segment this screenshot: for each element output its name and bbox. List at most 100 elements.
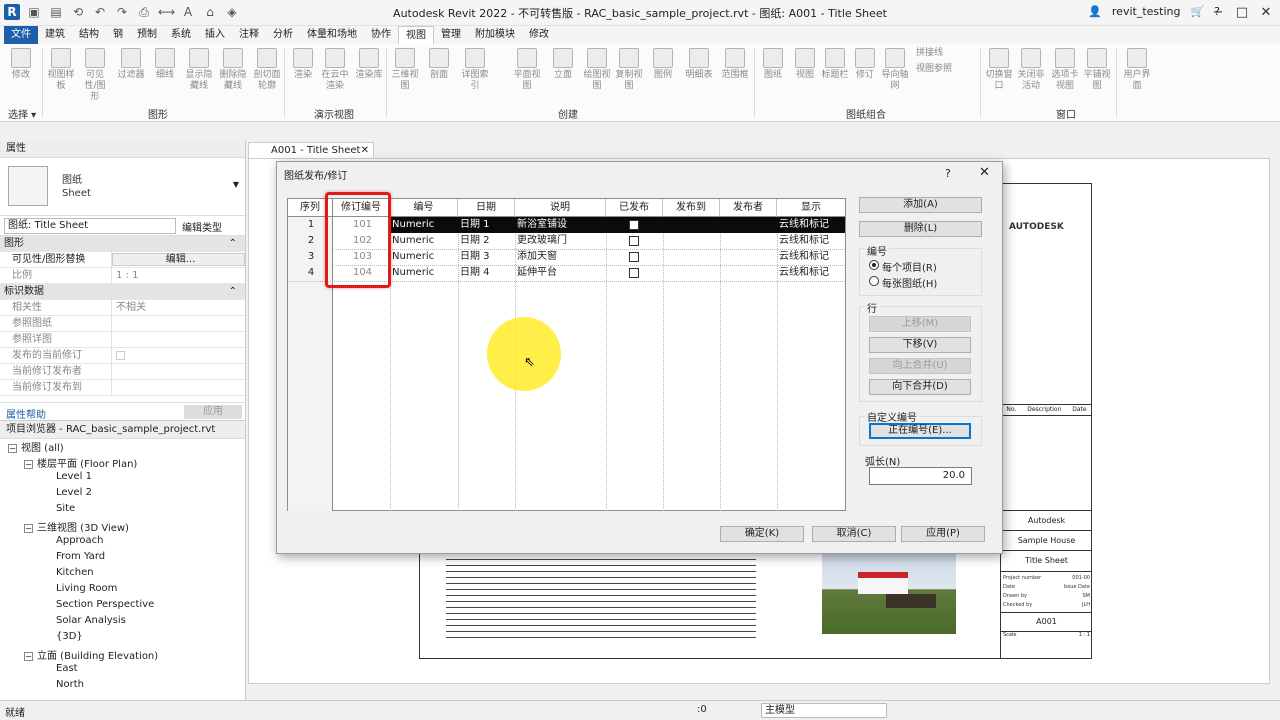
- tree-node[interactable]: − 视图 (all): [8, 439, 64, 454]
- remove-hidden-lines-button[interactable]: 删除隐藏线: [218, 48, 248, 92]
- add-button[interactable]: 添加(A): [859, 197, 982, 213]
- tree-node[interactable]: From Yard: [56, 551, 105, 562]
- tab-annotate[interactable]: 注释: [232, 26, 266, 44]
- dialog-close-icon[interactable]: ✕: [979, 165, 990, 180]
- issued-checkbox[interactable]: [629, 236, 639, 246]
- cut-profile-button[interactable]: 剖切面轮廓: [252, 48, 282, 92]
- edit-visibility-button[interactable]: 编辑...: [112, 253, 245, 266]
- properties-help-link[interactable]: 属性帮助: [6, 406, 46, 421]
- issued-checkbox[interactable]: [629, 268, 639, 278]
- tab-precast[interactable]: 预制: [130, 26, 164, 44]
- tab-views-button[interactable]: 选项卡视图: [1050, 48, 1080, 92]
- switch-windows-button[interactable]: 切换窗口: [984, 48, 1014, 92]
- close-inactive-button[interactable]: 关闭非活动: [1016, 48, 1046, 92]
- view-button[interactable]: 视图: [790, 48, 820, 81]
- tree-node[interactable]: {3D}: [56, 631, 83, 642]
- move-down-button[interactable]: 下移(V): [869, 337, 971, 353]
- panel-select[interactable]: 选择 ▾: [8, 106, 36, 121]
- properties-apply-button[interactable]: 应用: [184, 405, 242, 419]
- tree-node[interactable]: − 楼层平面 (Floor Plan): [24, 455, 137, 470]
- drafting-view-button[interactable]: 绘图视图: [582, 48, 612, 92]
- tab-insert[interactable]: 插入: [198, 26, 232, 44]
- user-icon[interactable]: 👤: [1088, 5, 1102, 18]
- guide-grid-button[interactable]: 导向轴网: [880, 48, 910, 92]
- title-block-button[interactable]: 标题栏: [820, 48, 850, 81]
- window-close-icon[interactable]: ✕: [1256, 0, 1276, 26]
- tree-node[interactable]: Living Room: [56, 583, 117, 594]
- revisions-button[interactable]: 修订: [850, 48, 880, 81]
- collapse-icon[interactable]: −: [8, 443, 17, 453]
- tree-node[interactable]: Approach: [56, 535, 104, 546]
- edit-type-button[interactable]: 编辑类型: [182, 219, 222, 234]
- modify-button[interactable]: 修改: [6, 48, 36, 81]
- tab-systems[interactable]: 系统: [164, 26, 198, 44]
- legends-button[interactable]: 图例: [648, 48, 678, 81]
- col-header-numbering[interactable]: 编号: [390, 199, 458, 217]
- tab-steel[interactable]: 钢: [106, 26, 130, 44]
- maximize-icon[interactable]: □: [1232, 0, 1252, 26]
- tree-node[interactable]: East: [56, 663, 78, 674]
- scope-box-button[interactable]: 范围框: [720, 48, 750, 81]
- render-gallery-button[interactable]: 渲染库: [354, 48, 384, 81]
- tab-architecture[interactable]: 建筑: [38, 26, 72, 44]
- col-header-date[interactable]: 日期: [458, 199, 515, 217]
- view-template-button[interactable]: 视图样板: [46, 48, 76, 92]
- tree-node[interactable]: Kitchen: [56, 567, 94, 578]
- filters-button[interactable]: 过滤器: [116, 48, 146, 81]
- show-hidden-lines-button[interactable]: 显示隐藏线: [184, 48, 214, 92]
- tab-structure[interactable]: 结构: [72, 26, 106, 44]
- per-sheet-radio[interactable]: [869, 276, 879, 286]
- type-selector[interactable]: 图纸 Sheet ▼: [0, 158, 245, 216]
- collapse-icon[interactable]: ⌃: [229, 236, 237, 251]
- col-header-issued[interactable]: 已发布: [606, 199, 663, 217]
- cancel-button[interactable]: 取消(C): [812, 526, 896, 542]
- elevation-button[interactable]: 立面: [548, 48, 578, 81]
- callout-button[interactable]: 详图索引: [460, 48, 490, 92]
- collapse-icon[interactable]: −: [24, 651, 33, 661]
- thin-lines-button[interactable]: 细线: [150, 48, 180, 81]
- close-icon[interactable]: ✕: [361, 143, 369, 158]
- per-project-radio[interactable]: [869, 260, 879, 270]
- matchline-button[interactable]: 拼接线: [916, 48, 972, 59]
- delete-button[interactable]: 删除(L): [859, 221, 982, 237]
- prop-group-identity[interactable]: 标识数据 ⌃: [0, 284, 245, 300]
- render-button[interactable]: 渲染: [288, 48, 318, 81]
- cart-icon[interactable]: 🛒: [1190, 5, 1204, 18]
- prop-group-graphics[interactable]: 图形 ⌃: [0, 236, 245, 252]
- render-cloud-button[interactable]: 在云中渲染: [320, 48, 350, 92]
- collapse-icon[interactable]: ⌃: [229, 284, 237, 299]
- numbering-button[interactable]: 正在编号(E)...: [869, 423, 971, 439]
- tree-node[interactable]: Section Perspective: [56, 599, 154, 610]
- duplicate-view-button[interactable]: 复制视图: [614, 48, 644, 92]
- view-reference-button[interactable]: 视图参照: [916, 64, 976, 75]
- merge-up-button[interactable]: 向上合并(U): [869, 358, 971, 374]
- minimize-icon[interactable]: −: [1208, 0, 1228, 26]
- tree-node[interactable]: Level 1: [56, 471, 92, 482]
- tab-manage[interactable]: 管理: [434, 26, 468, 44]
- tree-node[interactable]: − 立面 (Building Elevation): [24, 647, 158, 662]
- ok-button[interactable]: 确定(K): [720, 526, 804, 542]
- schedules-button[interactable]: 明细表: [684, 48, 714, 81]
- col-header-issued-by[interactable]: 发布者: [720, 199, 777, 217]
- tree-node[interactable]: North: [56, 679, 84, 690]
- col-header-description[interactable]: 说明: [515, 199, 606, 217]
- tab-file[interactable]: 文件: [4, 26, 38, 44]
- model-selector[interactable]: 主模型: [761, 703, 887, 718]
- col-header-show[interactable]: 显示: [777, 199, 845, 217]
- per-sheet-label[interactable]: 每张图纸(H): [882, 275, 937, 290]
- merge-down-button[interactable]: 向下合并(D): [869, 379, 971, 395]
- dialog-help-icon[interactable]: ?: [945, 167, 951, 180]
- view-tab-a001[interactable]: A001 - Title Sheet ✕: [248, 142, 374, 158]
- section-button[interactable]: 剖面: [424, 48, 454, 81]
- instance-selector[interactable]: 图纸: Title Sheet: [4, 218, 176, 234]
- chevron-down-icon[interactable]: ▼: [233, 180, 239, 189]
- collapse-icon[interactable]: −: [24, 523, 33, 533]
- tab-massing[interactable]: 体量和场地: [300, 26, 364, 44]
- issued-checkbox[interactable]: [629, 220, 639, 230]
- plan-views-button[interactable]: 平面视图: [512, 48, 542, 92]
- tab-modify[interactable]: 修改: [522, 26, 556, 44]
- per-project-label[interactable]: 每个项目(R): [882, 259, 937, 274]
- tab-view[interactable]: 视图: [398, 26, 434, 44]
- tree-node[interactable]: Site: [56, 503, 75, 514]
- move-up-button[interactable]: 上移(M): [869, 316, 971, 332]
